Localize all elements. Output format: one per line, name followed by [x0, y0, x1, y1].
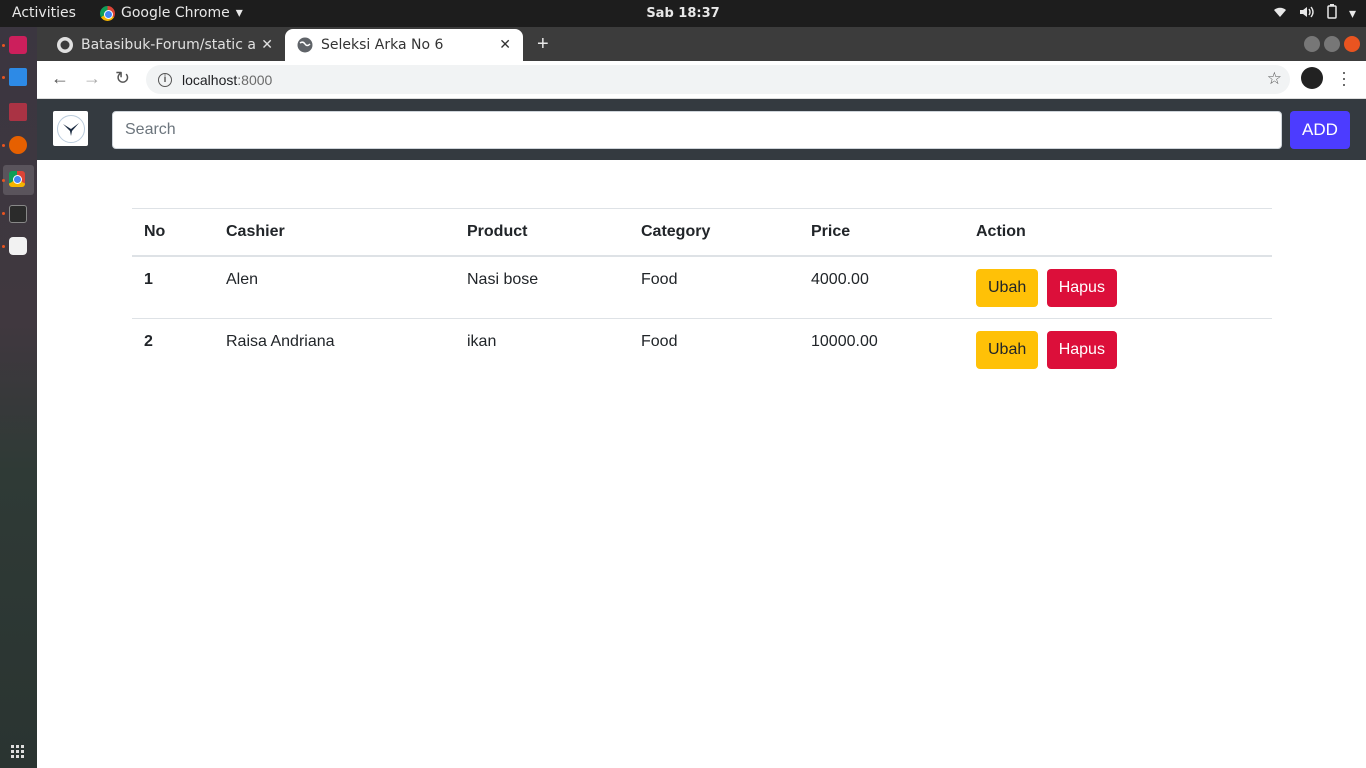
address-bar[interactable]: i localhost:8000 ☆	[146, 65, 1290, 94]
forward-icon[interactable]: →	[83, 68, 101, 89]
cell-price: 10000.00	[799, 318, 964, 380]
maximize-button[interactable]	[1324, 36, 1340, 52]
new-tab-button[interactable]: +	[537, 33, 549, 56]
app-menu-label: Google Chrome	[121, 5, 230, 21]
cell-action: Ubah Hapus	[964, 255, 1272, 319]
column-header-category: Category	[629, 208, 799, 257]
battery-icon	[1327, 4, 1337, 23]
table-row: 2 Raisa Andriana ikan Food 10000.00 Ubah…	[132, 318, 1272, 380]
terminal-icon[interactable]	[9, 205, 27, 223]
running-indicator	[2, 212, 5, 215]
volume-icon	[1299, 5, 1315, 23]
extension-icon[interactable]	[1301, 67, 1323, 89]
chrome-dock-icon[interactable]	[9, 171, 25, 187]
activities-button[interactable]: Activities	[12, 5, 76, 21]
intellij-icon[interactable]	[9, 36, 27, 54]
cell-category: Food	[629, 318, 799, 380]
dock	[0, 27, 37, 768]
close-icon[interactable]: ✕	[261, 37, 273, 53]
cell-no: 2	[132, 318, 214, 380]
system-tray[interactable]: ▾	[1273, 4, 1356, 23]
back-icon[interactable]: ←	[51, 68, 69, 89]
search-input[interactable]	[112, 111, 1282, 149]
running-indicator	[2, 76, 5, 79]
firefox-icon[interactable]	[9, 136, 27, 154]
column-header-cashier: Cashier	[214, 208, 455, 257]
chevron-down-icon: ▾	[235, 5, 243, 21]
tab-strip: Batasibuk-Forum/static a ✕ Seleksi Arka …	[37, 27, 1366, 61]
tab-github[interactable]: Batasibuk-Forum/static a ✕	[45, 29, 285, 61]
brand-logo[interactable]	[53, 111, 88, 146]
edit-button[interactable]: Ubah	[976, 269, 1039, 307]
cell-no: 1	[132, 255, 214, 319]
clock[interactable]: Sab 18:37	[646, 6, 719, 21]
window-controls	[1304, 36, 1360, 52]
wifi-icon	[1273, 6, 1287, 22]
close-icon[interactable]: ✕	[499, 37, 511, 53]
transactions-table-container: No Cashier Product Category Price Action…	[132, 208, 1272, 380]
column-header-price: Price	[799, 208, 964, 257]
cell-product: Nasi bose	[455, 255, 629, 319]
add-button[interactable]: ADD	[1290, 111, 1350, 149]
cell-cashier: Alen	[214, 255, 455, 319]
tab-title: Seleksi Arka No 6	[321, 37, 444, 53]
app-icon[interactable]	[9, 237, 27, 255]
running-indicator	[2, 144, 5, 147]
chrome-icon	[100, 5, 115, 21]
edit-button[interactable]: Ubah	[976, 331, 1039, 369]
system-top-bar: Activities Google Chrome ▾ Sab 18:37 ▾	[0, 0, 1366, 27]
app-navbar: ADD	[37, 99, 1366, 160]
app-menu[interactable]: Google Chrome ▾	[100, 5, 243, 21]
vscode-icon[interactable]	[9, 68, 27, 86]
cell-product: ikan	[455, 318, 629, 380]
delete-button[interactable]: Hapus	[1046, 331, 1117, 369]
running-indicator	[2, 245, 5, 248]
table-row: 1 Alen Nasi bose Food 4000.00 Ubah Hapus	[132, 255, 1272, 319]
system-menu-chevron-icon: ▾	[1348, 5, 1356, 22]
globe-icon	[297, 37, 313, 53]
transactions-table: No Cashier Product Category Price Action…	[132, 208, 1272, 380]
info-icon[interactable]: i	[158, 72, 172, 87]
cell-cashier: Raisa Andriana	[214, 318, 455, 380]
url-host: localhost	[182, 71, 238, 88]
column-header-product: Product	[455, 208, 629, 257]
cell-action: Ubah Hapus	[964, 318, 1272, 380]
tab-title: Batasibuk-Forum/static a	[81, 37, 256, 53]
cell-price: 4000.00	[799, 255, 964, 319]
github-icon	[57, 37, 73, 53]
cell-category: Food	[629, 255, 799, 319]
running-indicator	[2, 44, 5, 47]
column-header-no: No	[132, 208, 214, 257]
delete-button[interactable]: Hapus	[1046, 269, 1117, 307]
show-applications-icon[interactable]	[11, 745, 24, 758]
reload-icon[interactable]: ↻	[115, 68, 130, 89]
table-header-row: No Cashier Product Category Price Action	[132, 208, 1272, 257]
close-window-button[interactable]	[1344, 36, 1360, 52]
running-indicator	[2, 179, 5, 182]
url-port: :8000	[237, 71, 273, 88]
tab-seleksi[interactable]: Seleksi Arka No 6 ✕	[285, 29, 523, 61]
file-manager-icon[interactable]	[9, 103, 27, 121]
browser-toolbar: ← → ↻ i localhost:8000 ☆ · · ·	[37, 61, 1366, 99]
kebab-menu-icon[interactable]: · · ·	[1341, 63, 1347, 93]
bookmark-star-icon[interactable]: ☆	[1267, 69, 1282, 89]
bird-logo-icon	[56, 114, 85, 143]
column-header-action: Action	[964, 208, 1272, 257]
minimize-button[interactable]	[1304, 36, 1320, 52]
